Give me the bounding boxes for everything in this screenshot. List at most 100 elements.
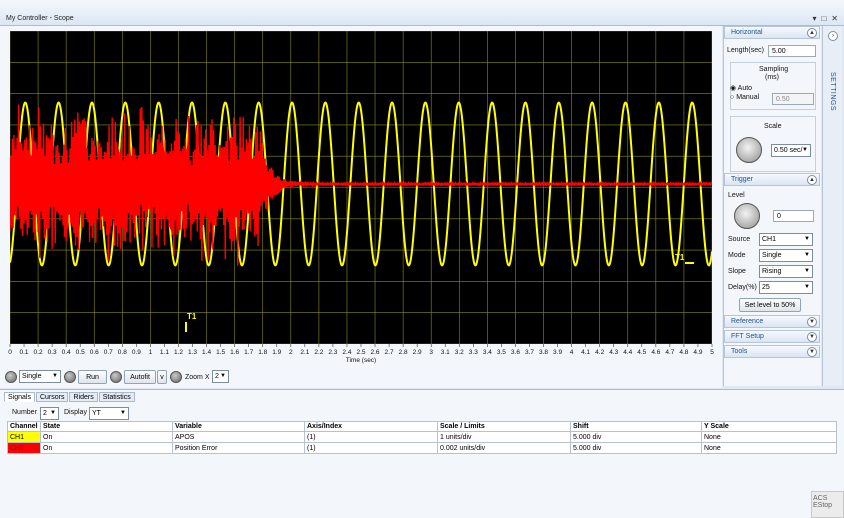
dropdown-icon[interactable]: ▾: [812, 14, 816, 23]
tab-cursors[interactable]: Cursors: [35, 392, 69, 402]
column-header[interactable]: Scale / Limits: [437, 421, 571, 432]
scale-cell[interactable]: 1 units/div: [437, 431, 571, 443]
x-tick-label: 0.2: [34, 349, 43, 356]
x-tick-label: 4.3: [609, 349, 618, 356]
scope-plot[interactable]: T1 T1: [10, 31, 712, 344]
delay-select[interactable]: 25 ▼: [759, 281, 813, 294]
axis-cell[interactable]: (1): [304, 442, 438, 454]
shift-cell[interactable]: 5.000 div: [570, 431, 702, 443]
level-input[interactable]: 0: [773, 210, 814, 222]
length-input[interactable]: 5.00: [768, 45, 816, 57]
mode-select[interactable]: Single ▼: [19, 370, 61, 383]
number-label: Number: [12, 409, 37, 416]
slope-select[interactable]: Rising ▼: [759, 265, 813, 278]
x-tick-label: 4.5: [637, 349, 646, 356]
tab-riders[interactable]: Riders: [69, 392, 98, 402]
x-tick-label: 4.4: [623, 349, 632, 356]
column-header[interactable]: Variable: [172, 421, 305, 432]
set-level-button[interactable]: Set level to 50%: [739, 298, 801, 312]
state-cell[interactable]: On: [40, 431, 173, 443]
x-tick-label: 3.8: [539, 349, 548, 356]
manual-radio[interactable]: ○ Manual: [730, 94, 759, 101]
collapse-icon[interactable]: ▲: [807, 175, 817, 185]
manual-radio-label: Manual: [736, 94, 760, 101]
scale-cell[interactable]: 0.002 units/div: [437, 442, 571, 454]
expand-icon[interactable]: ▼: [807, 332, 817, 342]
restore-icon[interactable]: □: [821, 14, 826, 23]
fft-section-header[interactable]: FFT Setup ▼: [724, 330, 820, 343]
tab-statistics[interactable]: Statistics: [98, 392, 135, 402]
horizontal-header-label: Horizontal: [731, 29, 763, 36]
x-tick-label: 4: [570, 349, 574, 356]
length-label: Length(sec): [727, 47, 764, 54]
state-cell[interactable]: On: [40, 442, 173, 454]
chevron-right-icon[interactable]: ›: [828, 31, 838, 41]
collapse-icon[interactable]: ▲: [807, 28, 817, 38]
tab-signals[interactable]: Signals: [4, 392, 35, 402]
shift-cell[interactable]: 5.000 div: [570, 442, 702, 454]
tools-section-header[interactable]: Tools ▼: [724, 345, 820, 358]
display-select[interactable]: YT ▼: [89, 407, 129, 420]
x-tick-label: 1.3: [188, 349, 197, 356]
number-select[interactable]: 2 ▼: [40, 407, 59, 420]
x-tick-label: 3.1: [441, 349, 450, 356]
tools-header-label: Tools: [731, 348, 748, 355]
manual-sampling-input[interactable]: 0.50: [772, 93, 814, 105]
x-tick-label: 2.5: [356, 349, 365, 356]
expand-icon[interactable]: ▼: [807, 317, 817, 327]
trigger-section-header[interactable]: Trigger ▲: [724, 173, 820, 186]
axis-cell[interactable]: (1): [304, 431, 438, 443]
channel-cell[interactable]: CH2: [7, 442, 41, 454]
delay-select-value: 25: [762, 284, 770, 291]
sampling-unit: (ms): [765, 74, 779, 81]
column-header[interactable]: Channel: [7, 421, 41, 432]
x-tick-label: 0.4: [62, 349, 71, 356]
x-tick-label: 2: [289, 349, 293, 356]
auto-radio[interactable]: ◉ Auto: [730, 84, 752, 92]
estop-panel[interactable]: ACS EStop: [811, 491, 844, 518]
run-button[interactable]: Run: [78, 370, 107, 384]
scale-label: Scale: [764, 123, 782, 130]
x-tick-label: 1.6: [230, 349, 239, 356]
column-header[interactable]: State: [40, 421, 173, 432]
chevron-down-icon: ▼: [52, 373, 58, 379]
settings-tab[interactable]: › SETTINGS: [822, 26, 842, 386]
table-row[interactable]: CH2 On Position Error (1) 0.002 units/di…: [7, 442, 837, 454]
x-tick-label: 2.9: [413, 349, 422, 356]
signals-panel: Signals Cursors Riders Statistics Number…: [0, 389, 844, 518]
x-tick-label: 3.2: [455, 349, 464, 356]
scale-knob[interactable]: [736, 137, 762, 163]
expand-icon[interactable]: ▼: [807, 347, 817, 357]
horizontal-section-header[interactable]: Horizontal ▲: [724, 26, 820, 39]
table-row[interactable]: CH1 On APOS (1) 1 units/div 5.000 div No…: [7, 431, 837, 443]
x-tick-label: 1.5: [216, 349, 225, 356]
chevron-down-icon: ▼: [804, 252, 810, 258]
chevron-down-icon: ▼: [804, 284, 810, 290]
x-tick-label: 1.9: [272, 349, 281, 356]
window-buttons: ▾ □ ✕: [812, 14, 838, 23]
column-header[interactable]: Y Scale: [701, 421, 837, 432]
zoom-label: Zoom X: [185, 374, 210, 381]
scale-select[interactable]: 0.50 sec/▼: [771, 144, 811, 157]
zoom-select[interactable]: 2 ▼: [212, 370, 229, 383]
channel-cell[interactable]: CH1: [7, 431, 41, 443]
yscale-cell[interactable]: None: [701, 442, 837, 454]
variable-cell[interactable]: Position Error: [172, 442, 305, 454]
source-select[interactable]: CH1 ▼: [759, 233, 813, 246]
close-icon[interactable]: ✕: [831, 14, 838, 23]
x-tick-label: 4.9: [693, 349, 702, 356]
variable-cell[interactable]: APOS: [172, 431, 305, 443]
autofit-button[interactable]: Autofit: [124, 370, 156, 384]
x-tick-label: 1.4: [202, 349, 211, 356]
trigger-mode-select[interactable]: Single ▼: [759, 249, 813, 262]
yscale-cell[interactable]: None: [701, 431, 837, 443]
x-tick-label: 3: [429, 349, 433, 356]
autofit-dropdown-button[interactable]: v: [157, 370, 167, 384]
x-tick-label: 1.2: [174, 349, 183, 356]
column-header[interactable]: Axis/Index: [304, 421, 438, 432]
reference-section-header[interactable]: Reference ▼: [724, 315, 820, 328]
column-header[interactable]: Shift: [570, 421, 702, 432]
chevron-down-icon: ▼: [50, 410, 56, 416]
level-knob[interactable]: [734, 203, 760, 229]
x-tick-label: 2.2: [314, 349, 323, 356]
